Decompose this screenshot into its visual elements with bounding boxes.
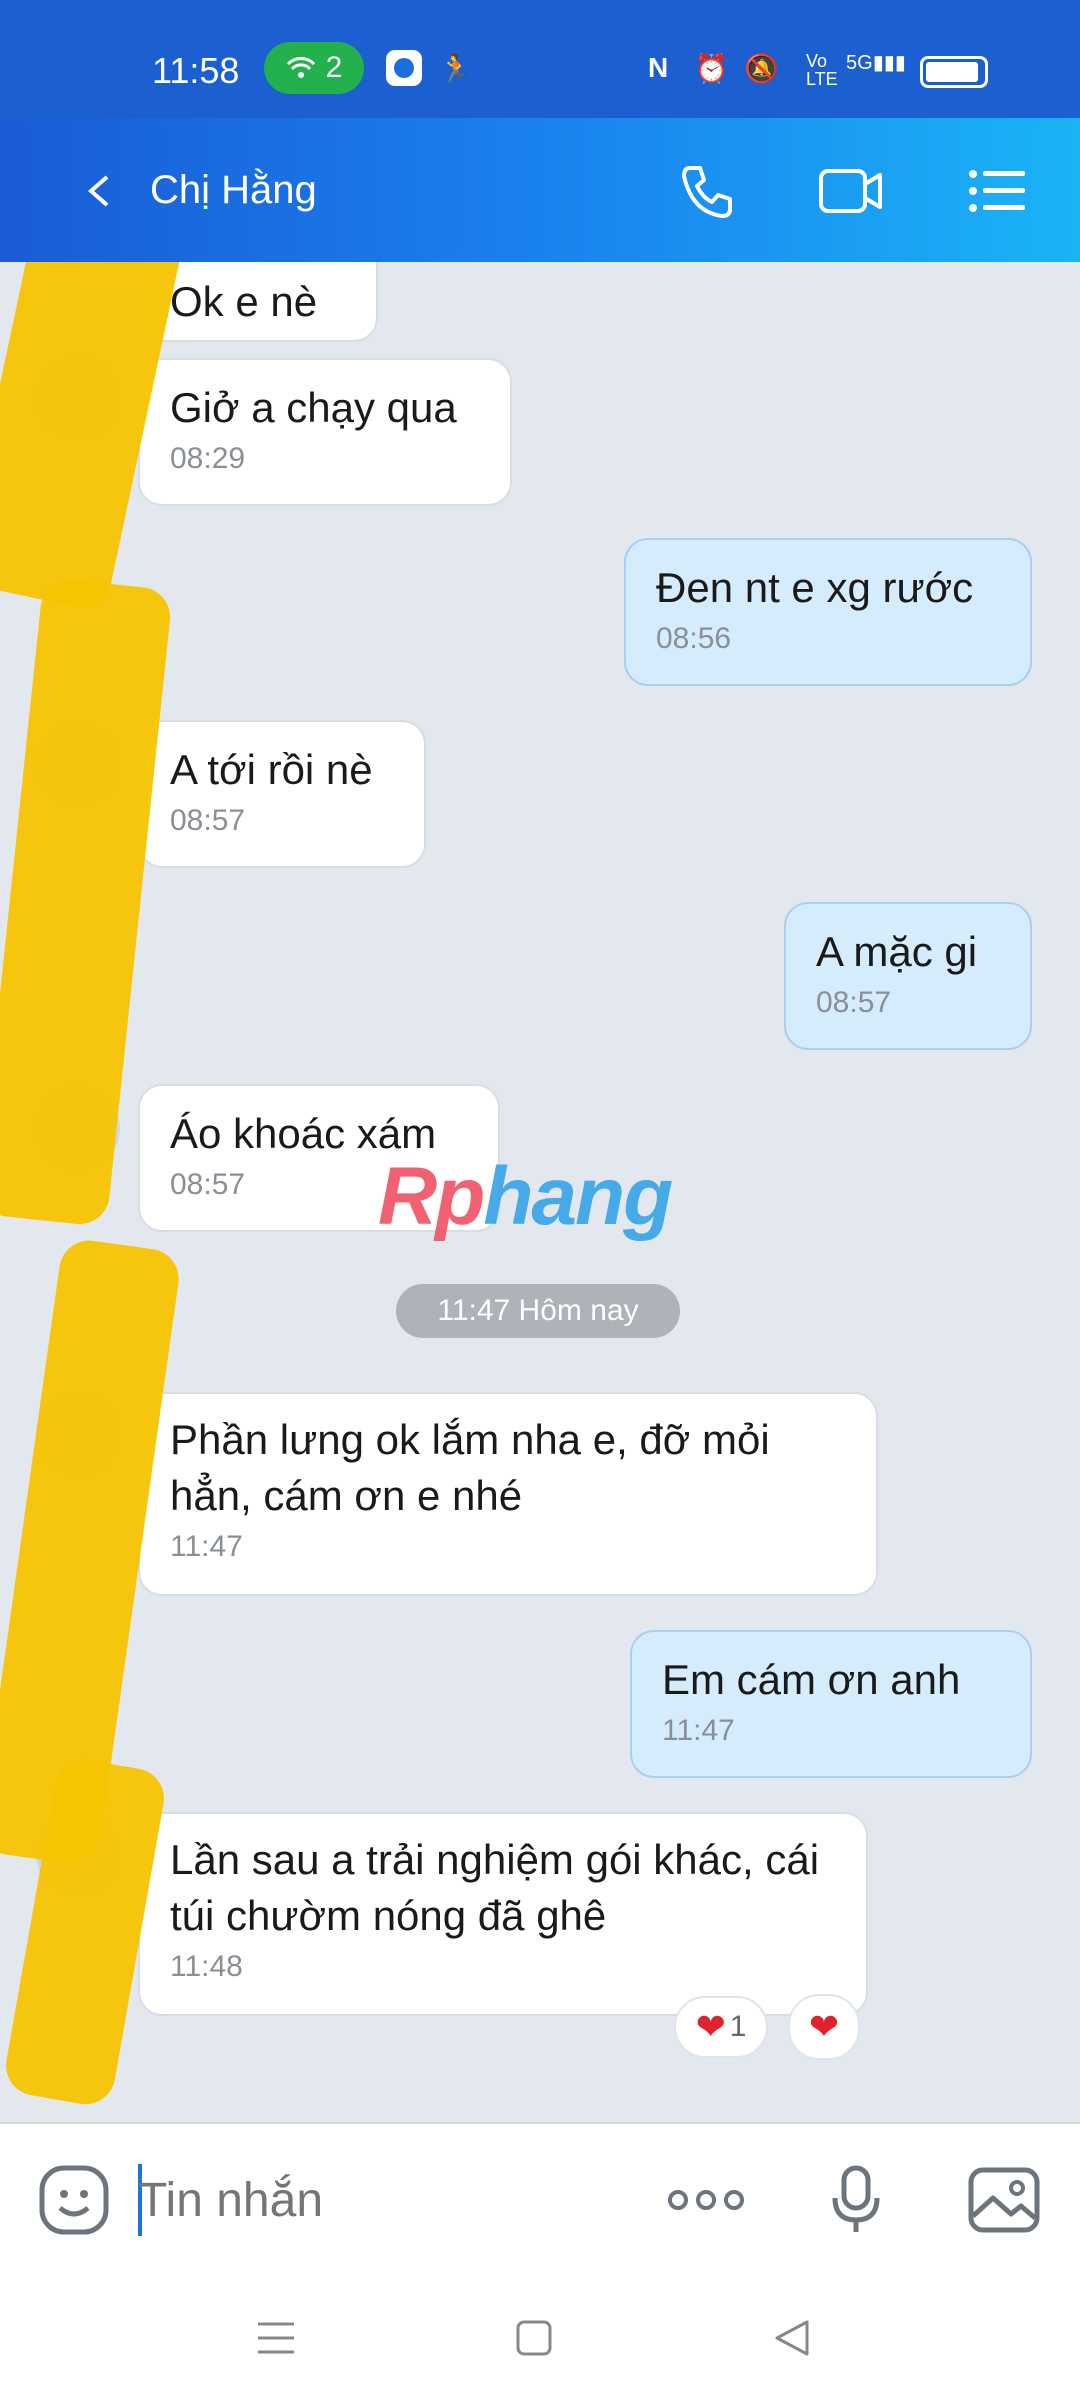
hotspot-count: 2: [325, 51, 343, 84]
voice-record-button[interactable]: [818, 2162, 894, 2238]
message-time: 08:29: [170, 442, 246, 475]
battery-icon: [920, 56, 988, 88]
message-time: 11:47: [662, 1714, 735, 1747]
recents-menu-icon: [258, 2322, 294, 2354]
heart-icon: ❤: [808, 2006, 840, 2047]
message-text: Đen nt e xg rước: [656, 564, 974, 611]
hotspot-pill: 2: [264, 42, 364, 94]
contact-name[interactable]: Chị Hằng: [150, 168, 317, 213]
watermark-part1: Rp: [378, 1151, 485, 1242]
back-button[interactable]: [64, 156, 134, 226]
message-incoming[interactable]: Phần lưng ok lắm nha e, đỡ mỏi hẳn, cám …: [138, 1392, 878, 1596]
message-outgoing[interactable]: A mặc gi 08:57: [784, 902, 1032, 1050]
message-incoming[interactable]: Giở a chạy qua 08:29: [138, 358, 512, 506]
message-input[interactable]: [138, 2168, 618, 2232]
more-options-button[interactable]: [666, 2162, 746, 2238]
call-button[interactable]: [672, 156, 742, 226]
running-icon: 🏃: [438, 53, 473, 84]
system-nav-bar: [0, 2272, 1080, 2400]
more-dots-icon: [668, 2190, 744, 2210]
back-nav-button[interactable]: [762, 2310, 822, 2366]
message-text: Ok e nè: [170, 278, 318, 325]
video-call-button[interactable]: [816, 156, 886, 226]
video-camera-icon: [819, 169, 882, 213]
message-time: 08:57: [816, 986, 892, 1019]
message-text: A mặc gi: [816, 928, 978, 975]
message-text: Giở a chạy qua: [170, 384, 457, 431]
reaction-count: 1: [729, 2010, 747, 2043]
heart-icon: ❤: [695, 2006, 726, 2047]
message-time: 08:57: [170, 804, 246, 837]
home-button[interactable]: [504, 2310, 564, 2366]
message-text: A tới rồi nè: [170, 746, 373, 793]
alarm-icon: ⏰: [694, 53, 729, 84]
watermark-logo: Rphang: [378, 1150, 673, 1244]
hotspot-icon: [286, 57, 315, 78]
gallery-button[interactable]: [966, 2162, 1042, 2238]
message-incoming[interactable]: A tới rồi nè 08:57: [138, 720, 426, 868]
app-notification-icon: [386, 50, 422, 86]
mute-icon: 🔕: [744, 53, 779, 84]
signal-icon: 5G▮▮▮: [846, 52, 906, 74]
message-outgoing[interactable]: Em cám ơn anh 11:47: [630, 1630, 1032, 1778]
message-text: Em cám ơn anh: [662, 1656, 961, 1703]
message-text: Lần sau a trải nghiệm gói khác, cái túi …: [170, 1836, 820, 1939]
message-outgoing[interactable]: Đen nt e xg rước 08:56: [624, 538, 1032, 686]
message-incoming[interactable]: Lần sau a trải nghiệm gói khác, cái túi …: [138, 1812, 868, 2016]
message-time: 11:48: [170, 1950, 243, 1983]
recents-button[interactable]: [246, 2310, 306, 2366]
image-gallery-icon: [968, 2167, 1040, 2233]
emoji-icon: [39, 2165, 109, 2235]
chat-header: Chị Hằng: [0, 118, 1080, 262]
message-input-bar: [0, 2122, 1080, 2272]
phone-icon: [682, 166, 732, 218]
message-text: Phần lưng ok lắm nha e, đỡ mỏi hẳn, cám …: [170, 1416, 770, 1519]
reaction-count-badge[interactable]: ❤ 1: [674, 1996, 768, 2058]
status-bar: 11:58 2 🏃 N ⏰ 🔕 Vo LTE 5G▮▮▮: [0, 0, 1080, 118]
message-time: 08:56: [656, 622, 732, 655]
emoji-button[interactable]: [36, 2162, 112, 2238]
list-menu-icon: [969, 170, 1025, 212]
nfc-icon: N: [648, 52, 669, 83]
microphone-icon: [832, 2165, 880, 2232]
message-time: 11:47: [170, 1530, 243, 1563]
back-triangle-icon: [775, 2320, 809, 2356]
top-bar: 11:58 2 🏃 N ⏰ 🔕 Vo LTE 5G▮▮▮ Chị Hằng: [0, 0, 1080, 262]
date-divider: 11:47 Hôm nay: [396, 1284, 680, 1338]
watermark-part2: hang: [483, 1151, 673, 1242]
back-arrow-icon: [87, 175, 109, 207]
home-square-icon: [516, 2320, 552, 2356]
status-time: 11:58: [152, 50, 240, 91]
volte-icon: Vo LTE: [806, 51, 838, 89]
signal-label: 5G: [846, 52, 873, 74]
react-heart-button[interactable]: ❤: [788, 1994, 860, 2060]
menu-button[interactable]: [962, 156, 1032, 226]
